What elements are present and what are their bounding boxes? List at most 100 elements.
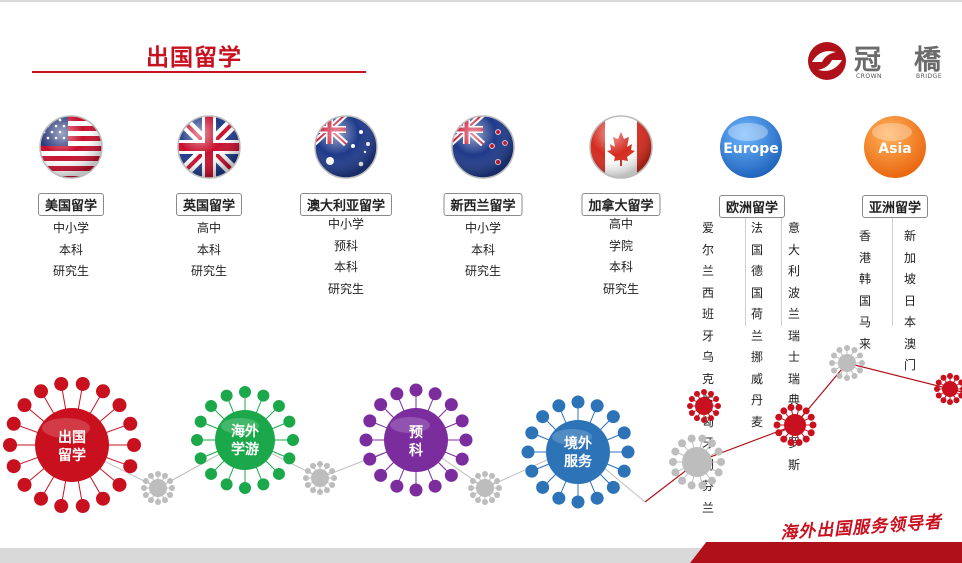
ring-dot xyxy=(836,347,843,354)
ring-dot xyxy=(444,398,458,412)
ring-hub xyxy=(149,479,167,497)
ring-dot xyxy=(239,482,251,494)
ring-dot xyxy=(947,399,953,405)
ring-dot xyxy=(935,379,942,386)
ring-dot xyxy=(590,491,604,505)
ring-dot xyxy=(606,410,620,424)
ring-dot xyxy=(773,421,781,429)
ring-dot xyxy=(859,360,865,366)
ring-dot xyxy=(96,491,110,506)
ring-hub xyxy=(311,469,329,487)
ring-dot xyxy=(836,372,843,379)
ring-dot xyxy=(324,487,330,494)
ring-dot xyxy=(617,426,631,440)
ring-dot xyxy=(459,433,473,447)
ring-dot xyxy=(191,434,203,446)
ring-dot xyxy=(220,478,233,491)
service-label-line1: 境外 xyxy=(564,435,592,452)
ring-dot xyxy=(127,438,141,452)
ring-dot xyxy=(694,415,700,422)
ring-dot xyxy=(935,392,942,399)
ring-dot xyxy=(688,396,695,402)
ring-dot xyxy=(324,462,330,469)
ring-dot xyxy=(194,415,207,428)
service-study-abroad[interactable]: 出国 留学 xyxy=(35,408,109,482)
ring-dot xyxy=(409,483,423,497)
ring-dot xyxy=(489,497,495,504)
ring-dot xyxy=(940,374,947,381)
ring-dot xyxy=(112,398,127,413)
ring-hub xyxy=(695,397,713,415)
ring-hub xyxy=(476,479,494,497)
ring-dot xyxy=(257,389,270,402)
ring-dot xyxy=(455,452,469,466)
ring-dot xyxy=(329,482,336,488)
ring-dot xyxy=(678,439,687,448)
ring-dot xyxy=(536,410,550,424)
ring-dot xyxy=(809,421,817,429)
ring-dot xyxy=(856,352,863,359)
ring-dot xyxy=(482,471,488,477)
ring-dot xyxy=(317,489,323,495)
ring-dot xyxy=(947,373,953,379)
ring-dot xyxy=(112,477,127,492)
ring-dot xyxy=(317,461,323,467)
ring-dot xyxy=(807,429,815,437)
ring-dot xyxy=(6,459,21,474)
service-study-tour[interactable]: 海外 学游 xyxy=(215,410,275,470)
ring-dot xyxy=(123,459,138,474)
ring-dot xyxy=(678,476,687,485)
ring-dot xyxy=(494,478,501,484)
ring-dot xyxy=(617,464,631,478)
ring-dot xyxy=(701,389,707,395)
ring-dot xyxy=(688,410,695,416)
ring-hub xyxy=(784,414,806,436)
ring-dot xyxy=(257,478,270,491)
service-label-line2: 留学 xyxy=(58,447,86,464)
ring-dot xyxy=(329,468,336,474)
service-label-line2: 服务 xyxy=(564,453,593,470)
ring-dot xyxy=(54,499,69,514)
ring-dot xyxy=(359,433,373,447)
ring-dot xyxy=(54,376,69,391)
ring-dot xyxy=(787,439,795,447)
ring-dot xyxy=(220,389,233,402)
ring-dot xyxy=(475,497,481,504)
ring-dot xyxy=(303,475,309,481)
ring-dot xyxy=(363,452,377,466)
ring-dot xyxy=(802,435,810,443)
ring-dot xyxy=(958,392,962,399)
ring-dot xyxy=(455,414,469,428)
ring-dot xyxy=(155,499,161,505)
service-overseas[interactable]: 境外 服务 xyxy=(546,420,610,484)
ring-dot xyxy=(851,372,858,379)
ring-dot xyxy=(310,462,316,469)
ring-dot xyxy=(807,413,815,421)
ring-dot xyxy=(958,379,962,386)
ring-dot xyxy=(795,403,803,411)
ring-dot xyxy=(17,477,32,492)
ring-dot xyxy=(272,400,285,413)
ring-dot xyxy=(390,479,404,493)
ring-dot xyxy=(3,438,17,452)
ring-dot xyxy=(671,468,680,477)
ring-dot xyxy=(194,452,207,465)
ring-dot xyxy=(475,472,481,479)
ring-dot xyxy=(590,399,604,413)
ring-dot xyxy=(571,495,585,509)
ring-dot xyxy=(571,395,585,409)
ring-dot xyxy=(715,403,721,409)
ring-dot xyxy=(162,497,168,504)
ring-dot xyxy=(409,383,423,397)
ring-hub xyxy=(682,447,712,477)
ring-hub xyxy=(942,381,958,397)
service-foundation[interactable]: 预 科 xyxy=(384,408,448,472)
ring-dot xyxy=(698,434,707,443)
service-label-line1: 出国 xyxy=(58,429,86,446)
ring-dot xyxy=(162,472,168,479)
ring-dot xyxy=(428,479,442,493)
ring-dot xyxy=(844,375,850,381)
ring-dot xyxy=(780,435,788,443)
ring-dot xyxy=(123,416,138,431)
ring-dot xyxy=(687,403,693,409)
